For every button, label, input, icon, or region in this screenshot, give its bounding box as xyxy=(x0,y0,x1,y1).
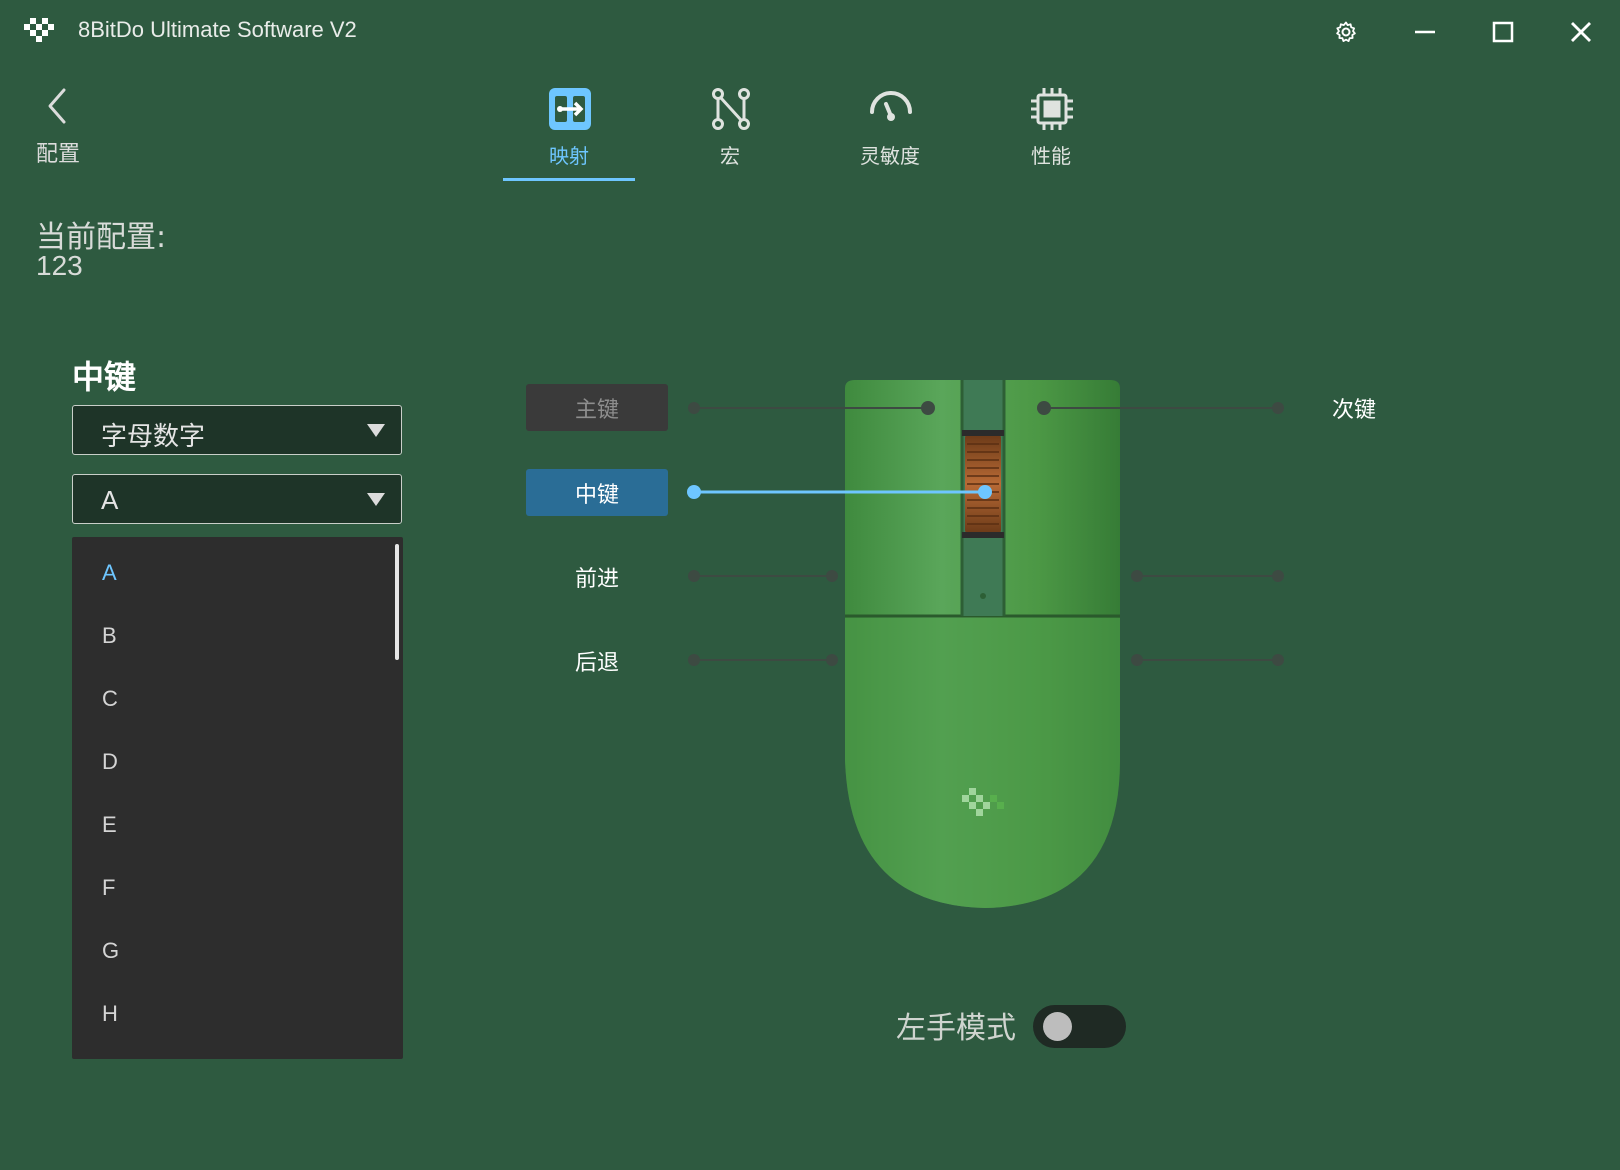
back-label: 配置 xyxy=(36,142,81,167)
mouse-center-channel xyxy=(962,380,1004,616)
caret-down-icon xyxy=(367,424,385,437)
map-middle-button[interactable]: 中键 xyxy=(526,469,668,516)
list-item[interactable]: H xyxy=(102,1001,118,1027)
tab-active-indicator xyxy=(503,178,635,181)
chevron-left-icon xyxy=(48,88,66,124)
caret-down-icon xyxy=(367,493,385,506)
mapping-icon xyxy=(549,88,591,130)
mouse-palm xyxy=(845,618,1120,908)
tab-mapping-label: 映射 xyxy=(549,144,589,168)
sensitivity-icon xyxy=(870,91,912,121)
scroll-wheel xyxy=(965,434,1001,534)
tab-performance-label: 性能 xyxy=(1031,144,1071,168)
toggle-knob xyxy=(1043,1012,1072,1041)
selected-button-title: 中键 xyxy=(72,358,137,396)
key-category-select[interactable]: 字母数字 xyxy=(72,405,402,455)
tab-macro[interactable]: 宏 xyxy=(664,84,796,182)
macro-icon xyxy=(712,88,750,130)
current-config-value: 123 xyxy=(36,250,83,281)
list-item[interactable]: E xyxy=(102,812,117,838)
list-item[interactable]: G xyxy=(102,938,119,964)
list-item[interactable]: B xyxy=(102,623,117,649)
tab-macro-label: 宏 xyxy=(720,144,740,168)
map-secondary-button[interactable]: 次键 xyxy=(1332,384,1442,431)
list-item[interactable]: D xyxy=(102,749,118,775)
close-icon xyxy=(1571,22,1591,42)
map-back-button[interactable]: 后退 xyxy=(526,637,668,684)
key-select-value: A xyxy=(101,485,119,515)
list-item[interactable]: C xyxy=(102,686,118,712)
logo-icon xyxy=(24,18,54,48)
list-item[interactable]: A xyxy=(102,560,117,586)
list-item[interactable]: F xyxy=(102,875,115,901)
maximize-icon xyxy=(1492,21,1514,43)
minimize-icon xyxy=(1415,30,1435,34)
chip-icon xyxy=(1031,88,1073,130)
back-button[interactable]: 配置 xyxy=(34,86,94,167)
mouse-body xyxy=(845,380,1120,908)
list-scrollbar[interactable] xyxy=(395,544,399,660)
tab-sensitivity[interactable]: 灵敏度 xyxy=(824,84,956,182)
map-primary-button[interactable]: 主键 xyxy=(526,384,668,431)
left-hand-mode-label: 左手模式 xyxy=(896,1011,1016,1046)
tab-mapping[interactable]: 映射 xyxy=(503,84,635,182)
key-select[interactable]: A xyxy=(72,474,402,524)
close-button[interactable] xyxy=(1563,14,1599,50)
tab-performance[interactable]: 性能 xyxy=(985,84,1117,182)
app-title: 8BitDo Ultimate Software V2 xyxy=(78,17,357,42)
tab-sensitivity-label: 灵敏度 xyxy=(860,144,920,168)
gear-icon xyxy=(1336,21,1356,42)
key-category-value: 字母数字 xyxy=(101,422,206,452)
maximize-button[interactable] xyxy=(1485,14,1521,50)
connector-lines xyxy=(687,401,1284,666)
left-hand-mode-toggle[interactable] xyxy=(1033,1005,1126,1048)
minimize-button[interactable] xyxy=(1407,14,1443,50)
key-options-list: A B C D E F G H xyxy=(72,537,403,1059)
mouse-logo xyxy=(962,788,1004,816)
settings-button[interactable] xyxy=(1328,14,1364,50)
map-forward-button[interactable]: 前进 xyxy=(526,553,668,600)
